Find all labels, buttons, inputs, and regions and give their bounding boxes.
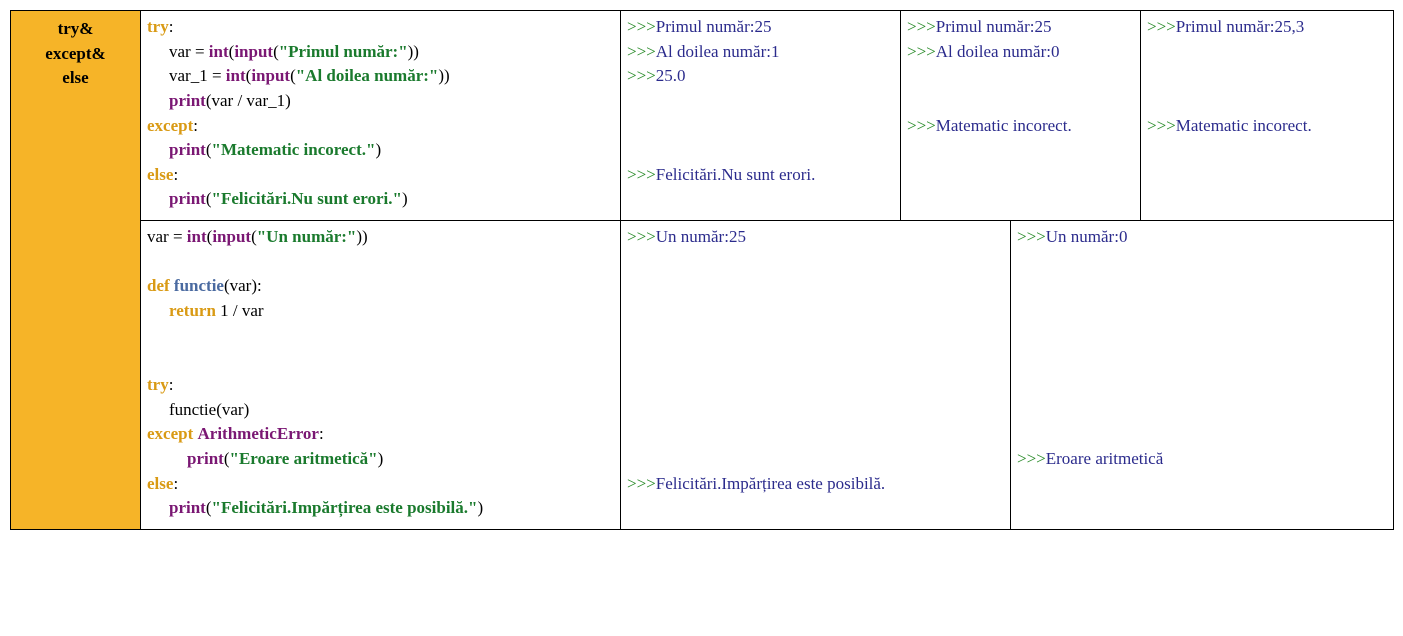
kw-except: except: [147, 116, 193, 135]
label-line-2: except&: [45, 44, 105, 63]
kw-else: else: [147, 165, 173, 184]
kw-def: def: [147, 276, 170, 295]
output-cell-2b: >>>Un număr:0 >>>Eroare aritmetică: [1011, 221, 1394, 530]
output-cell-2a: >>>Un număr:25 >>>Felicitări.Impărțirea …: [621, 221, 1011, 530]
examples-table: try& except& else try: var = int(input("…: [10, 10, 1394, 530]
code-cell-1: try: var = int(input("Primul număr:")) v…: [141, 11, 621, 221]
output-cell-1c: >>>Primul număr:25,3 >>>Matematic incore…: [1141, 11, 1394, 221]
label-line-3: else: [62, 68, 88, 87]
row-label: try& except& else: [11, 11, 141, 530]
code-cell-2: var = int(input("Un număr:")) def functi…: [141, 221, 621, 530]
output-cell-1a: >>>Primul număr:25 >>>Al doilea număr:1 …: [621, 11, 901, 221]
label-line-1: try&: [58, 19, 94, 38]
kw-try: try: [147, 17, 169, 36]
output-cell-1b: >>>Primul număr:25 >>>Al doilea număr:0 …: [901, 11, 1141, 221]
kw-return: return: [169, 301, 216, 320]
